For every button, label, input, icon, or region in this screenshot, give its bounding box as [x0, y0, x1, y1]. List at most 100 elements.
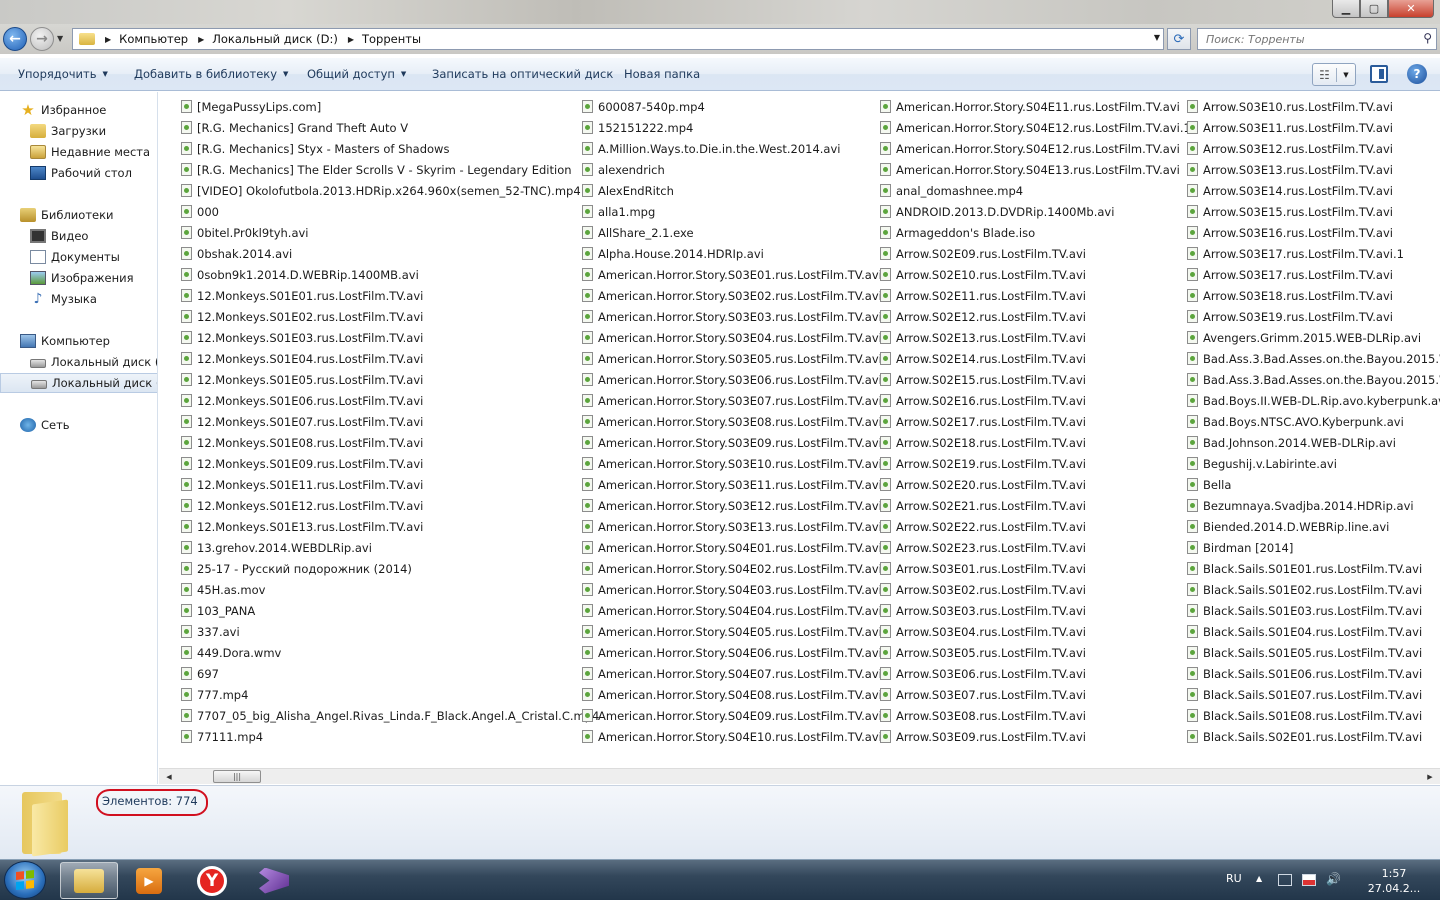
forward-button[interactable]: → [30, 27, 54, 51]
file-item[interactable]: Arrow.S03E07.rus.LostFilm.TV.avi [880, 684, 1191, 705]
file-item[interactable]: American.Horror.Story.S03E11.rus.LostFil… [582, 474, 882, 495]
file-item[interactable]: Arrow.S03E16.rus.LostFilm.TV.avi [1187, 222, 1440, 243]
nav-disk-c[interactable]: Локальный диск (C [0, 352, 157, 372]
file-item[interactable]: American.Horror.Story.S04E07.rus.LostFil… [582, 663, 882, 684]
scrollbar-thumb[interactable]: ||| [213, 770, 261, 783]
file-item[interactable]: 7707_05_big_Alisha_Angel.Rivas_Linda.F_B… [181, 705, 599, 726]
file-item[interactable]: 103_PANA [181, 600, 599, 621]
taskbar-yandex-browser[interactable]: Y [183, 862, 241, 899]
nav-disk-d[interactable]: Локальный диск (D [0, 373, 157, 393]
file-item[interactable]: 0bitel.Pr0kl9tyh.avi [181, 222, 599, 243]
file-item[interactable]: American.Horror.Story.S04E04.rus.LostFil… [582, 600, 882, 621]
breadcrumb-torrents[interactable]: Торренты [362, 32, 421, 46]
address-bar[interactable]: ▶ Компьютер ▶ Локальный диск (D:) ▶ Торрен… [72, 28, 1164, 50]
file-item[interactable]: anal_domashnee.mp4 [880, 180, 1191, 201]
file-item[interactable]: American.Horror.Story.S03E05.rus.LostFil… [582, 348, 882, 369]
clock[interactable]: 1:57 27.04.2... [1364, 866, 1424, 896]
file-item[interactable]: American.Horror.Story.S04E12.rus.LostFil… [880, 138, 1191, 159]
file-item[interactable]: American.Horror.Story.S04E06.rus.LostFil… [582, 642, 882, 663]
file-item[interactable]: Biended.2014.D.WEBRip.line.avi [1187, 516, 1440, 537]
file-item[interactable]: American.Horror.Story.S03E04.rus.LostFil… [582, 327, 882, 348]
file-item[interactable]: Arrow.S02E13.rus.LostFilm.TV.avi [880, 327, 1191, 348]
file-item[interactable]: American.Horror.Story.S04E11.rus.LostFil… [880, 96, 1191, 117]
file-item[interactable]: American.Horror.Story.S03E13.rus.LostFil… [582, 516, 882, 537]
organize-button[interactable]: Упорядочить ▼ [18, 67, 108, 81]
file-item[interactable]: 12.Monkeys.S01E09.rus.LostFilm.TV.avi [181, 453, 599, 474]
file-item[interactable]: Arrow.S02E20.rus.LostFilm.TV.avi [880, 474, 1191, 495]
file-item[interactable]: American.Horror.Story.S03E02.rus.LostFil… [582, 285, 882, 306]
file-item[interactable]: American.Horror.Story.S03E12.rus.LostFil… [582, 495, 882, 516]
file-item[interactable]: American.Horror.Story.S03E06.rus.LostFil… [582, 369, 882, 390]
nav-favorites[interactable]: ★ Избранное [0, 100, 157, 120]
maximize-button[interactable]: ▢ [1360, 0, 1388, 18]
file-item[interactable]: American.Horror.Story.S03E08.rus.LostFil… [582, 411, 882, 432]
file-item[interactable]: American.Horror.Story.S04E13.rus.LostFil… [880, 159, 1191, 180]
horizontal-scrollbar[interactable]: ◀ ||| ▶ [159, 768, 1440, 784]
file-item[interactable]: 12.Monkeys.S01E11.rus.LostFilm.TV.avi [181, 474, 599, 495]
file-item[interactable]: American.Horror.Story.S04E09.rus.LostFil… [582, 705, 882, 726]
nav-documents[interactable]: Документы [0, 247, 157, 267]
file-item[interactable]: 13.grehov.2014.WEBDLRip.avi [181, 537, 599, 558]
file-item[interactable]: Black.Sails.S01E08.rus.LostFilm.TV.avi [1187, 705, 1440, 726]
scroll-right-arrow[interactable]: ▶ [1422, 770, 1438, 784]
file-item[interactable]: American.Horror.Story.S03E01.rus.LostFil… [582, 264, 882, 285]
volume-icon[interactable]: 🔊 [1326, 872, 1341, 886]
file-item[interactable]: Arrow.S02E16.rus.LostFilm.TV.avi [880, 390, 1191, 411]
breadcrumb-computer[interactable]: Компьютер ▶ [119, 32, 212, 46]
action-center-icon[interactable] [1302, 874, 1316, 886]
file-item[interactable]: American.Horror.Story.S04E08.rus.LostFil… [582, 684, 882, 705]
file-item[interactable]: American.Horror.Story.S04E05.rus.LostFil… [582, 621, 882, 642]
nav-computer[interactable]: Компьютер [0, 331, 157, 351]
nav-libraries[interactable]: Библиотеки [0, 205, 157, 225]
file-item[interactable]: Arrow.S03E19.rus.LostFilm.TV.avi [1187, 306, 1440, 327]
nav-network[interactable]: Сеть [0, 415, 157, 435]
file-item[interactable]: Bad.Boys.II.WEB-DL.Rip.avo.kyberpunk.avi [1187, 390, 1440, 411]
file-item[interactable]: Arrow.S03E09.rus.LostFilm.TV.avi [880, 726, 1191, 747]
file-item[interactable]: 12.Monkeys.S01E12.rus.LostFilm.TV.avi [181, 495, 599, 516]
file-item[interactable]: Arrow.S03E06.rus.LostFilm.TV.avi [880, 663, 1191, 684]
file-item[interactable]: Arrow.S02E15.rus.LostFilm.TV.avi [880, 369, 1191, 390]
taskbar-media-player[interactable]: ▶ [120, 862, 178, 899]
file-item[interactable]: Arrow.S02E17.rus.LostFilm.TV.avi [880, 411, 1191, 432]
file-item[interactable]: Arrow.S02E14.rus.LostFilm.TV.avi [880, 348, 1191, 369]
file-item[interactable]: alexendrich [582, 159, 882, 180]
file-item[interactable]: Alpha.House.2014.HDRIp.avi [582, 243, 882, 264]
file-item[interactable]: Bella [1187, 474, 1440, 495]
file-item[interactable]: Armageddon's Blade.iso [880, 222, 1191, 243]
file-item[interactable]: Arrow.S03E04.rus.LostFilm.TV.avi [880, 621, 1191, 642]
file-item[interactable]: [R.G. Mechanics] Grand Theft Auto V [181, 117, 599, 138]
file-item[interactable]: Arrow.S03E18.rus.LostFilm.TV.avi [1187, 285, 1440, 306]
file-item[interactable]: Arrow.S02E18.rus.LostFilm.TV.avi [880, 432, 1191, 453]
file-item[interactable]: Avengers.Grimm.2015.WEB-DLRip.avi [1187, 327, 1440, 348]
nav-music[interactable]: ♪ Музыка [0, 289, 157, 309]
file-item[interactable]: AlexEndRitch [582, 180, 882, 201]
file-item[interactable]: Arrow.S02E21.rus.LostFilm.TV.avi [880, 495, 1191, 516]
file-item[interactable]: [MegaPussyLips.com] [181, 96, 599, 117]
network-tray-icon[interactable] [1278, 874, 1292, 886]
change-view-button[interactable]: ☷ ▼ [1312, 63, 1356, 86]
file-item[interactable]: Arrow.S02E10.rus.LostFilm.TV.avi [880, 264, 1191, 285]
file-item[interactable]: Black.Sails.S01E07.rus.LostFilm.TV.avi [1187, 684, 1440, 705]
nav-images[interactable]: Изображения [0, 268, 157, 288]
file-item[interactable]: Arrow.S03E14.rus.LostFilm.TV.avi [1187, 180, 1440, 201]
file-item[interactable]: Bad.Ass.3.Bad.Asses.on.the.Bayou.2015.WE… [1187, 369, 1440, 390]
file-item[interactable]: Black.Sails.S01E01.rus.LostFilm.TV.avi [1187, 558, 1440, 579]
file-item[interactable]: Arrow.S03E05.rus.LostFilm.TV.avi [880, 642, 1191, 663]
file-item[interactable]: Arrow.S03E13.rus.LostFilm.TV.avi [1187, 159, 1440, 180]
file-item[interactable]: [R.G. Mechanics] Styx - Masters of Shado… [181, 138, 599, 159]
add-to-library-button[interactable]: Добавить в библиотеку ▼ [134, 67, 288, 81]
file-item[interactable]: American.Horror.Story.S03E07.rus.LostFil… [582, 390, 882, 411]
file-item[interactable]: 12.Monkeys.S01E01.rus.LostFilm.TV.avi [181, 285, 599, 306]
language-indicator[interactable]: RU [1226, 872, 1242, 885]
file-item[interactable]: American.Horror.Story.S04E03.rus.LostFil… [582, 579, 882, 600]
file-item[interactable]: American.Horror.Story.S03E10.rus.LostFil… [582, 453, 882, 474]
file-item[interactable]: Black.Sails.S01E05.rus.LostFilm.TV.avi [1187, 642, 1440, 663]
file-item[interactable]: Bad.Boys.NTSC.AVO.Kyberpunk.avi [1187, 411, 1440, 432]
new-folder-button[interactable]: Новая папка [624, 67, 700, 81]
nav-desktop[interactable]: Рабочий стол [0, 163, 157, 183]
start-button[interactable] [4, 861, 46, 899]
chevron-down-icon[interactable]: ▼ [1337, 71, 1355, 79]
file-item[interactable]: Arrow.S03E17.rus.LostFilm.TV.avi [1187, 264, 1440, 285]
minimize-button[interactable]: ▁ [1332, 0, 1360, 18]
file-item[interactable]: 12.Monkeys.S01E02.rus.LostFilm.TV.avi [181, 306, 599, 327]
